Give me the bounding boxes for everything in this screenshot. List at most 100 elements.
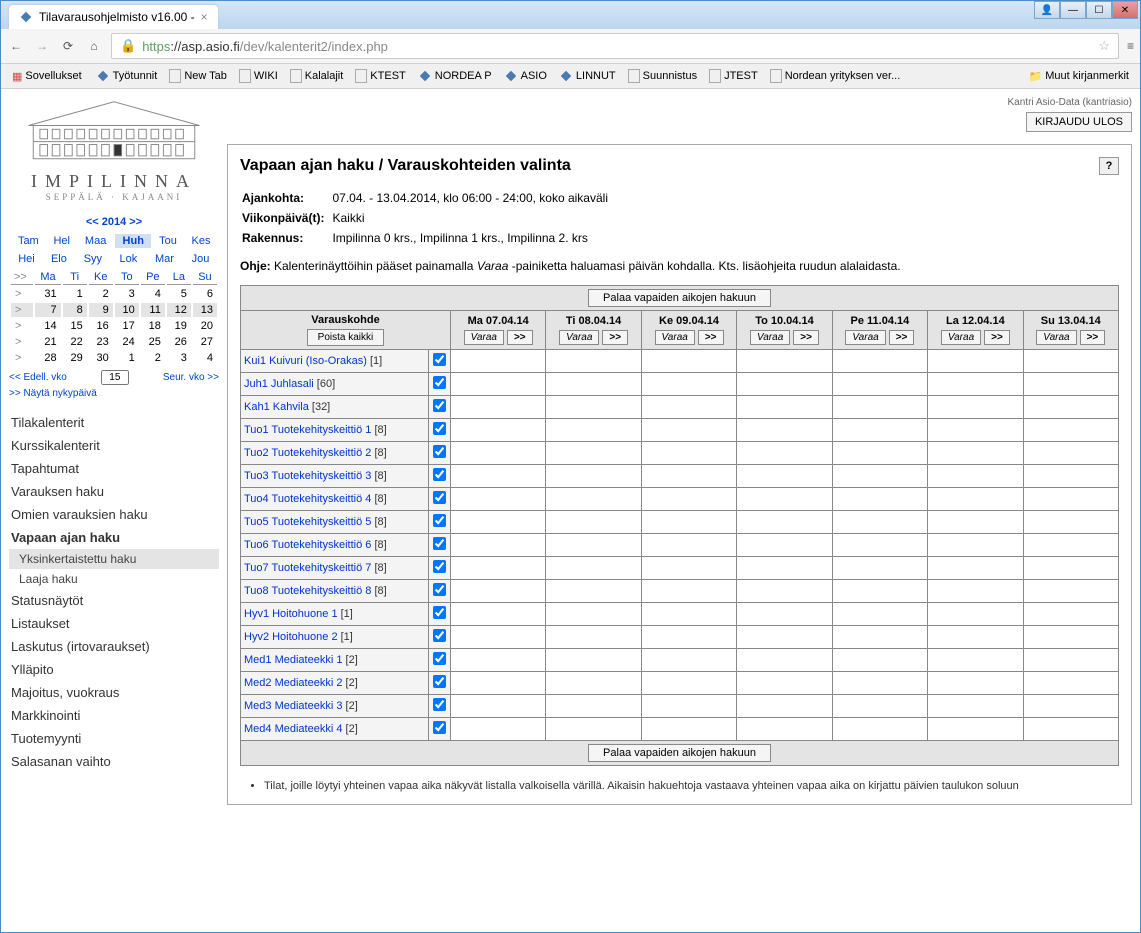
slot-cell[interactable]: [546, 534, 641, 557]
month-link[interactable]: Maa: [78, 234, 114, 248]
slot-cell[interactable]: [641, 718, 736, 741]
slot-cell[interactable]: [832, 373, 927, 396]
slot-cell[interactable]: [450, 718, 545, 741]
slot-cell[interactable]: [546, 419, 641, 442]
nav-item[interactable]: Kurssikalenterit: [9, 434, 219, 457]
room-checkbox[interactable]: [433, 491, 446, 504]
slot-cell[interactable]: [641, 396, 736, 419]
week-marker[interactable]: >: [11, 319, 33, 333]
slot-cell[interactable]: [450, 603, 545, 626]
cal-day[interactable]: 22: [63, 335, 87, 349]
arrow-button[interactable]: >>: [1080, 330, 1106, 345]
slot-cell[interactable]: [1023, 442, 1118, 465]
slot-cell[interactable]: [641, 557, 736, 580]
slot-cell[interactable]: [641, 465, 736, 488]
apps-shortcut[interactable]: ▦Sovellukset: [7, 68, 87, 85]
room-link[interactable]: Tuo8 Tuotekehityskeittiö 8: [244, 585, 371, 597]
slot-cell[interactable]: [737, 672, 832, 695]
arrow-button[interactable]: >>: [698, 330, 724, 345]
room-link[interactable]: Tuo3 Tuotekehityskeittiö 3: [244, 470, 371, 482]
nav-item[interactable]: Tapahtumat: [9, 457, 219, 480]
cal-day[interactable]: 11: [141, 303, 165, 317]
cal-day[interactable]: 8: [63, 303, 87, 317]
slot-cell[interactable]: [450, 557, 545, 580]
address-bar[interactable]: 🔒 https://asp.asio.fi/dev/kalenterit2/in…: [111, 33, 1119, 59]
slot-cell[interactable]: [641, 534, 736, 557]
bookmark-item[interactable]: LINNUT: [554, 67, 621, 85]
cal-day[interactable]: 3: [167, 351, 191, 365]
room-link[interactable]: Juh1 Juhlasali: [244, 378, 314, 390]
week-marker[interactable]: >: [11, 335, 33, 349]
slot-cell[interactable]: [546, 626, 641, 649]
slot-cell[interactable]: [737, 603, 832, 626]
nav-sub-item[interactable]: Laaja haku: [9, 569, 219, 589]
cal-day[interactable]: 20: [193, 319, 217, 333]
slot-cell[interactable]: [1023, 695, 1118, 718]
slot-cell[interactable]: [832, 465, 927, 488]
week-marker[interactable]: >: [11, 287, 33, 301]
slot-cell[interactable]: [1023, 672, 1118, 695]
reload-icon[interactable]: ⟳: [59, 37, 77, 55]
other-bookmarks[interactable]: 📁Muut kirjanmerkit: [1024, 68, 1134, 85]
slot-cell[interactable]: [737, 580, 832, 603]
forward-icon[interactable]: →: [33, 37, 51, 55]
slot-cell[interactable]: [546, 718, 641, 741]
room-checkbox[interactable]: [433, 652, 446, 665]
back-button-bottom[interactable]: Palaa vapaiden aikojen hakuun: [588, 744, 771, 762]
slot-cell[interactable]: [546, 695, 641, 718]
next-week-link[interactable]: Seur. vko >>: [163, 372, 219, 383]
cal-day[interactable]: 2: [89, 287, 113, 301]
bookmark-item[interactable]: Kalalajit: [285, 67, 349, 85]
back-button[interactable]: Palaa vapaiden aikojen hakuun: [588, 289, 771, 307]
slot-cell[interactable]: [928, 373, 1023, 396]
slot-cell[interactable]: [546, 488, 641, 511]
cal-day[interactable]: 26: [167, 335, 191, 349]
slot-cell[interactable]: [928, 534, 1023, 557]
slot-cell[interactable]: [737, 396, 832, 419]
slot-cell[interactable]: [641, 672, 736, 695]
month-link[interactable]: Kes: [185, 234, 217, 248]
nav-item[interactable]: Listaukset: [9, 612, 219, 635]
bookmark-item[interactable]: NORDEA P: [413, 67, 497, 85]
cal-day[interactable]: 3: [115, 287, 139, 301]
slot-cell[interactable]: [928, 465, 1023, 488]
slot-cell[interactable]: [450, 442, 545, 465]
slot-cell[interactable]: [641, 511, 736, 534]
slot-cell[interactable]: [737, 718, 832, 741]
slot-cell[interactable]: [1023, 511, 1118, 534]
room-link[interactable]: Tuo7 Tuotekehityskeittiö 7: [244, 562, 371, 574]
slot-cell[interactable]: [546, 672, 641, 695]
remove-all-button[interactable]: Poista kaikki: [307, 329, 385, 346]
slot-cell[interactable]: [832, 672, 927, 695]
arrow-button[interactable]: >>: [507, 330, 533, 345]
slot-cell[interactable]: [832, 603, 927, 626]
cal-year[interactable]: << 2014 >>: [11, 214, 217, 230]
cal-day[interactable]: 29: [63, 351, 87, 365]
bookmark-star-icon[interactable]: ☆: [1098, 38, 1110, 54]
varaa-button[interactable]: Varaa: [559, 330, 599, 345]
room-link[interactable]: Kui1 Kuivuri (Iso-Orakas): [244, 355, 367, 367]
room-checkbox[interactable]: [433, 583, 446, 596]
room-checkbox[interactable]: [433, 353, 446, 366]
slot-cell[interactable]: [1023, 419, 1118, 442]
room-link[interactable]: Tuo2 Tuotekehityskeittiö 2: [244, 447, 371, 459]
slot-cell[interactable]: [450, 488, 545, 511]
slot-cell[interactable]: [832, 511, 927, 534]
cal-day[interactable]: 24: [115, 335, 139, 349]
week-marker[interactable]: >: [11, 303, 33, 317]
slot-cell[interactable]: [832, 580, 927, 603]
slot-cell[interactable]: [832, 718, 927, 741]
nav-item[interactable]: Tilakalenterit: [9, 411, 219, 434]
slot-cell[interactable]: [832, 350, 927, 373]
varaa-button[interactable]: Varaa: [464, 330, 504, 345]
room-checkbox[interactable]: [433, 675, 446, 688]
cal-day[interactable]: 10: [115, 303, 139, 317]
slot-cell[interactable]: [737, 695, 832, 718]
slot-cell[interactable]: [450, 419, 545, 442]
nav-item[interactable]: Vapaan ajan haku: [9, 526, 219, 549]
slot-cell[interactable]: [450, 511, 545, 534]
nav-item[interactable]: Varauksen haku: [9, 480, 219, 503]
prev-week-link[interactable]: << Edell. vko: [9, 372, 67, 383]
nav-sub-item[interactable]: Yksinkertaistettu haku: [9, 549, 219, 569]
arrow-button[interactable]: >>: [602, 330, 628, 345]
